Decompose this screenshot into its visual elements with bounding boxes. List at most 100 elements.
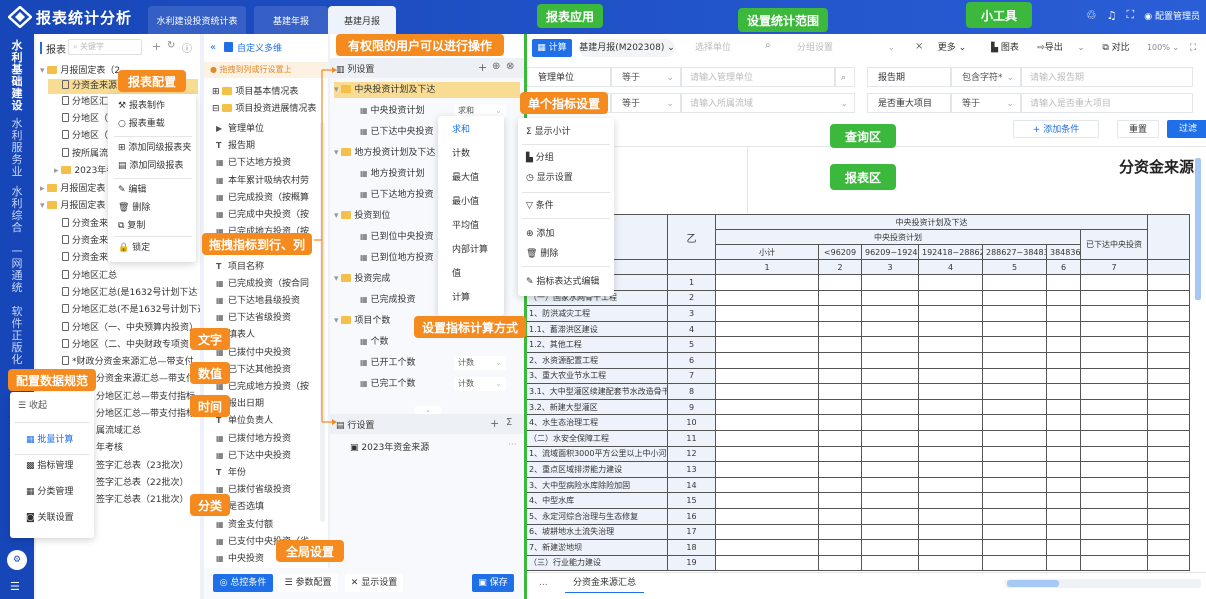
fullscreen-icon[interactable]: ⛶: [1127, 8, 1135, 22]
tree-item[interactable]: 分地区汇总(是1632号计划下达: [62, 286, 200, 301]
query-operator[interactable]: 等于 ⌄: [611, 67, 681, 87]
data-cell[interactable]: [861, 274, 919, 291]
field-group[interactable]: ⊞ 项目基本情况表: [212, 84, 298, 97]
data-cell[interactable]: [818, 476, 862, 494]
menu-item-group[interactable]: ▙ 分组: [526, 150, 554, 166]
data-cell[interactable]: [861, 429, 919, 447]
data-cell[interactable]: [818, 305, 862, 322]
data-cell[interactable]: [1046, 492, 1081, 509]
data-cell[interactable]: [982, 320, 1047, 338]
data-cell[interactable]: [715, 492, 819, 509]
data-cell[interactable]: [715, 351, 819, 369]
horizontal-scrollbar-thumb[interactable]: [1007, 580, 1059, 587]
data-cell[interactable]: [818, 398, 862, 416]
data-cell[interactable]: [818, 523, 862, 541]
nav-group-one-network[interactable]: 一网通统: [0, 246, 34, 294]
field-group[interactable]: ⊟ 项目投资进展情况表: [212, 101, 316, 114]
column-item[interactable]: ▦ 已下达地方投资: [360, 187, 433, 203]
data-cell[interactable]: [1046, 507, 1081, 525]
tree-item[interactable]: 年考核: [96, 441, 123, 456]
menu-item-lock[interactable]: 🔒 锁定: [118, 240, 150, 256]
column-group[interactable]: ▾ 项目个数: [334, 313, 390, 329]
data-cell[interactable]: [1079, 367, 1149, 385]
data-cell[interactable]: [1147, 523, 1191, 541]
tree-item[interactable]: 按所属流: [62, 147, 108, 162]
data-cell[interactable]: [918, 320, 983, 338]
data-cell[interactable]: [715, 429, 819, 447]
add-column-icon[interactable]: +: [478, 61, 487, 74]
query-operator[interactable]: 包含字符* ⌄: [951, 67, 1021, 87]
fullscreen-icon[interactable]: ⛶: [1184, 39, 1202, 57]
data-cell[interactable]: [1147, 336, 1191, 353]
data-cell[interactable]: [1079, 414, 1149, 431]
menu-item-add-sibling-report[interactable]: ▤ 添加同级报表: [118, 158, 183, 174]
data-cell[interactable]: [861, 320, 919, 338]
data-cell[interactable]: [715, 274, 819, 291]
aggregation-option[interactable]: 内部计算: [452, 242, 488, 258]
filter-button[interactable]: 过滤: [1167, 120, 1206, 138]
data-cell[interactable]: [918, 383, 983, 400]
menu-item-show-subtotal[interactable]: Σ 显示小计: [526, 124, 571, 140]
field-item[interactable]: ▦ 资金支付额: [216, 518, 326, 532]
sheet-tab[interactable]: 分资金来源汇总: [565, 573, 645, 593]
data-cell[interactable]: [1079, 336, 1149, 353]
column-item[interactable]: ▦ 已到位中央投资: [360, 229, 433, 245]
nav-group-water-services[interactable]: 水利服务业: [0, 118, 34, 178]
data-cell[interactable]: [1079, 523, 1149, 541]
data-cell[interactable]: [918, 429, 983, 447]
aggregation-option[interactable]: 值: [452, 266, 461, 282]
data-cell[interactable]: [715, 554, 819, 572]
report-select[interactable]: 基建月报(M202308) ⌄: [579, 39, 675, 57]
tab-annual-report[interactable]: 基建年报: [254, 6, 328, 34]
nav-group-water-integrated[interactable]: 水利综合: [0, 186, 34, 234]
data-cell[interactable]: [918, 461, 983, 478]
data-cell[interactable]: [1147, 274, 1191, 291]
group-settings-select[interactable]: 分组设置 ⌄: [789, 38, 901, 58]
menu-item-make-report[interactable]: ⚒ 报表制作: [118, 98, 165, 114]
data-cell[interactable]: [982, 336, 1047, 353]
tree-item[interactable]: 签字汇总表（23批次）: [96, 459, 188, 474]
column-item[interactable]: ▦ 地方投资计划: [360, 166, 424, 182]
tree-item[interactable]: 分地区汇总—带支付指标: [96, 390, 200, 405]
data-cell[interactable]: [1046, 367, 1081, 385]
column-item[interactable]: ▦ 个数: [360, 334, 388, 350]
data-cell[interactable]: [1147, 492, 1191, 509]
data-cell[interactable]: [861, 414, 919, 431]
data-cell[interactable]: [1046, 305, 1081, 322]
clear-icon[interactable]: ⨯: [915, 41, 923, 52]
collapse-panel-icon[interactable]: «: [210, 42, 216, 53]
field-item[interactable]: ▦ 已下达中央投资: [216, 449, 326, 463]
search-icon[interactable]: ⌕: [765, 40, 771, 51]
export-dropdown[interactable]: ⌄: [1073, 39, 1089, 57]
data-cell[interactable]: [1147, 320, 1191, 338]
tree-item[interactable]: 分地区汇: [62, 95, 108, 110]
tree-item[interactable]: 分地区（: [62, 129, 108, 144]
data-cell[interactable]: [861, 461, 919, 478]
menu-collapse-icon[interactable]: ☰: [10, 580, 20, 593]
info-icon[interactable]: ⓘ: [182, 40, 192, 55]
data-cell[interactable]: [918, 367, 983, 385]
menu-item-reload[interactable]: ○ 报表重载: [118, 116, 165, 132]
data-cell[interactable]: [861, 398, 919, 416]
data-cell[interactable]: [982, 554, 1047, 572]
data-cell[interactable]: [982, 367, 1047, 385]
data-cell[interactable]: [1079, 476, 1149, 494]
row-setting-item[interactable]: ▣ 2023年资金来源: [350, 440, 429, 453]
bell-icon[interactable]: ♫: [1107, 9, 1117, 22]
data-cell[interactable]: [861, 383, 919, 400]
query-operator[interactable]: 等于 ⌄: [611, 93, 681, 113]
column-item[interactable]: ▦ 已到位地方投资: [360, 250, 433, 266]
aggregation-option[interactable]: 最大值: [452, 170, 479, 186]
menu-item-display-settings[interactable]: ◷ 显示设置: [526, 170, 573, 186]
data-cell[interactable]: [1046, 476, 1081, 494]
data-cell[interactable]: [982, 429, 1047, 447]
data-cell[interactable]: [982, 351, 1047, 369]
data-cell[interactable]: [715, 336, 819, 353]
skin-icon[interactable]: ♲: [1086, 8, 1097, 22]
data-cell[interactable]: [1046, 523, 1081, 541]
data-cell[interactable]: [1046, 414, 1081, 431]
tree-search-input[interactable]: ⌕ 关键字: [68, 39, 142, 55]
sheet-more-button[interactable]: ...: [539, 578, 548, 588]
column-item[interactable]: ▦ 已下达中央投资: [360, 124, 433, 140]
data-cell[interactable]: [818, 383, 862, 400]
